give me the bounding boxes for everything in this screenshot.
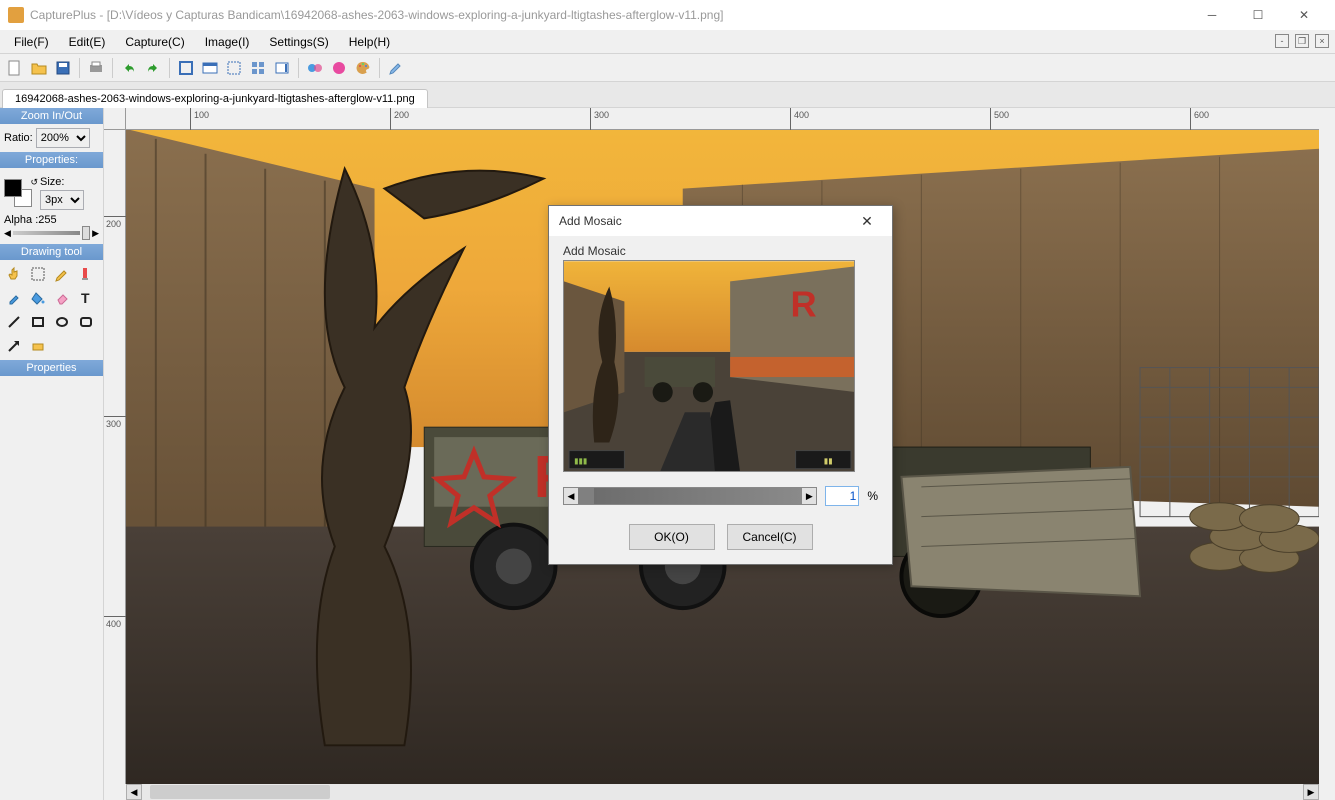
grid-capture-button[interactable] [247, 57, 269, 79]
props2-panel-title: Properties [0, 360, 103, 376]
dialog-title: Add Mosaic [559, 214, 622, 228]
sidebar: Zoom In/Out Ratio: 200% Properties: ↺ Si… [0, 108, 104, 800]
ruler-corner [104, 108, 126, 130]
window-capture-button[interactable] [199, 57, 221, 79]
mosaic-slider[interactable]: ◀ ▶ [563, 487, 817, 505]
menu-settings[interactable]: Settings(S) [259, 33, 338, 51]
menu-file[interactable]: File(F) [4, 33, 59, 51]
vertical-scrollbar[interactable] [1319, 130, 1335, 784]
scroll-right-arrow[interactable]: ▶ [1303, 784, 1319, 800]
drawing-panel-title: Drawing tool [0, 244, 103, 260]
ruler-horizontal: 100 200 300 400 500 600 [126, 108, 1319, 130]
menu-edit[interactable]: Edit(E) [59, 33, 116, 51]
mdi-restore[interactable]: ❐ [1295, 34, 1309, 48]
dialog-titlebar: Add Mosaic ✕ [549, 206, 892, 236]
menubar: File(F) Edit(E) Capture(C) Image(I) Sett… [0, 30, 1335, 54]
props-panel-title: Properties: [0, 152, 103, 168]
stamp-tool[interactable] [27, 335, 49, 357]
undo-button[interactable] [118, 57, 140, 79]
mosaic-preview: R ▮▮▮ ▮▮ [563, 260, 855, 472]
slider-right-arrow[interactable]: ▶ [802, 488, 816, 504]
tab-strip: 16942068-ashes-2063-windows-exploring-a-… [0, 82, 1335, 108]
mosaic-percent-input[interactable] [825, 486, 859, 506]
svg-text:T: T [81, 290, 90, 306]
pencil-tool[interactable] [51, 263, 73, 285]
palette-button[interactable] [352, 57, 374, 79]
fx1-button[interactable] [304, 57, 326, 79]
ratio-label: Ratio: [4, 132, 33, 144]
slider-thumb[interactable] [578, 488, 594, 504]
dialog-close-button[interactable]: ✕ [852, 206, 882, 236]
maximize-button[interactable]: ☐ [1235, 0, 1281, 30]
open-button[interactable] [28, 57, 50, 79]
alpha-label: Alpha :255 [4, 214, 99, 226]
ratio-select[interactable]: 200% [36, 128, 90, 148]
menu-image[interactable]: Image(I) [195, 33, 260, 51]
highlighter-tool[interactable] [75, 263, 97, 285]
ruler-vertical: 200 300 400 [104, 130, 126, 784]
minimize-button[interactable]: ─ [1189, 0, 1235, 30]
select-tool[interactable] [27, 263, 49, 285]
foreground-color[interactable] [4, 179, 22, 197]
mdi-close[interactable]: × [1315, 34, 1329, 48]
fill-tool[interactable] [27, 287, 49, 309]
alpha-slider[interactable]: ◀▶ [4, 226, 99, 240]
size-select[interactable]: 3px [40, 190, 84, 210]
close-button[interactable]: ✕ [1281, 0, 1327, 30]
horizontal-scrollbar[interactable]: ◀ ▶ [126, 784, 1319, 800]
region-capture-button[interactable] [223, 57, 245, 79]
add-mosaic-dialog: Add Mosaic ✕ Add Mosaic R [548, 205, 893, 565]
fullscreen-capture-button[interactable] [175, 57, 197, 79]
redo-button[interactable] [142, 57, 164, 79]
drawing-tool-grid: T [0, 260, 103, 360]
percent-symbol: % [867, 489, 878, 503]
toolbar [0, 54, 1335, 82]
svg-text:R: R [791, 284, 817, 325]
scroll-thumb[interactable] [150, 785, 330, 799]
options-button[interactable] [385, 57, 407, 79]
ok-button[interactable]: OK(O) [629, 524, 715, 550]
color-swatches[interactable]: ↺ [4, 179, 36, 207]
ellipse-tool[interactable] [51, 311, 73, 333]
new-button[interactable] [4, 57, 26, 79]
titlebar: CapturePlus - [D:\Vídeos y Capturas Band… [0, 0, 1335, 30]
line-tool[interactable] [3, 311, 25, 333]
scroll-left-arrow[interactable]: ◀ [126, 784, 142, 800]
rect-tool[interactable] [27, 311, 49, 333]
svg-text:▮▮▮: ▮▮▮ [574, 457, 587, 466]
dialog-group-label: Add Mosaic [563, 244, 878, 258]
mdi-minimize[interactable]: - [1275, 34, 1289, 48]
slider-track[interactable] [594, 488, 802, 504]
document-tab[interactable]: 16942068-ashes-2063-windows-exploring-a-… [2, 89, 428, 108]
scroll-track[interactable] [142, 784, 1303, 800]
fx2-button[interactable] [328, 57, 350, 79]
eraser-tool[interactable] [51, 287, 73, 309]
slider-left-arrow[interactable]: ◀ [564, 488, 578, 504]
print-button[interactable] [85, 57, 107, 79]
roundrect-tool[interactable] [75, 311, 97, 333]
window-title: CapturePlus - [D:\Vídeos y Capturas Band… [30, 8, 1189, 22]
menu-capture[interactable]: Capture(C) [115, 33, 194, 51]
arrow-tool[interactable] [3, 335, 25, 357]
eyedropper-tool[interactable] [3, 287, 25, 309]
menu-help[interactable]: Help(H) [339, 33, 400, 51]
zoom-panel-title: Zoom In/Out [0, 108, 103, 124]
text-tool[interactable]: T [75, 287, 97, 309]
app-icon [8, 7, 24, 23]
size-label: Size: [40, 176, 84, 188]
swap-colors-icon[interactable]: ↺ [30, 177, 38, 188]
scroll-capture-button[interactable] [271, 57, 293, 79]
pan-tool[interactable] [3, 263, 25, 285]
svg-text:▮▮: ▮▮ [824, 457, 833, 466]
cancel-button[interactable]: Cancel(C) [727, 524, 813, 550]
save-button[interactable] [52, 57, 74, 79]
